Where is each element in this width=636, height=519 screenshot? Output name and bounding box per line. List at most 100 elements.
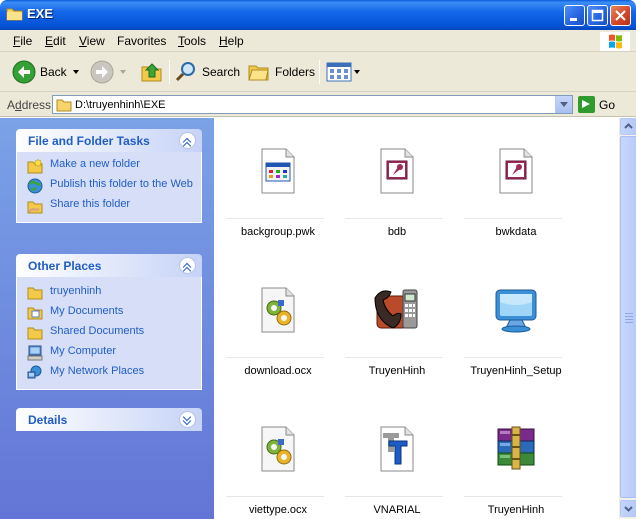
details-panel: Details — [16, 408, 202, 431]
phone-fax-icon — [374, 289, 418, 329]
task-share-folder[interactable]: Share this folder — [27, 198, 201, 214]
close-icon — [615, 10, 626, 21]
place-my-computer[interactable]: My Computer — [27, 345, 201, 361]
back-label: Back — [40, 65, 67, 79]
window-title: EXE — [27, 6, 54, 21]
forward-dropdown-icon[interactable] — [120, 70, 126, 74]
activex-component-icon — [261, 287, 295, 333]
folder-icon — [6, 8, 23, 21]
back-button[interactable]: Back — [12, 58, 79, 86]
place-truyenhinh[interactable]: truyenhinh — [27, 285, 201, 301]
close-button[interactable] — [610, 5, 631, 26]
file-item[interactable]: bwkdata — [464, 123, 564, 243]
panel-header[interactable]: Details — [16, 408, 202, 431]
task-publish-web[interactable]: Publish this folder to the Web — [27, 178, 201, 194]
network-places-icon — [27, 365, 42, 379]
folder-icon — [27, 287, 43, 300]
menu-tools[interactable]: Tools — [178, 34, 206, 48]
place-my-network-places[interactable]: My Network Places — [27, 365, 201, 381]
file-name: bdb — [387, 226, 407, 238]
task-pane: File and Folder Tasks Make a new folder … — [0, 118, 214, 519]
file-item[interactable]: bdb — [345, 123, 445, 243]
menu-bar: File Edit View Favorites Tools Help — [0, 30, 636, 52]
share-folder-icon — [27, 201, 43, 214]
folders-icon — [248, 65, 269, 81]
place-shared-documents[interactable]: Shared Documents — [27, 325, 201, 341]
access-database-icon — [499, 148, 533, 194]
file-item[interactable]: TruyenHinh — [464, 401, 564, 519]
other-places-panel: Other Places truyenhinh My Documents Sha… — [16, 254, 202, 390]
title-bar[interactable]: EXE — [0, 0, 636, 30]
access-database-icon — [380, 148, 414, 194]
search-label: Search — [202, 65, 241, 79]
search-button[interactable]: Search — [174, 58, 240, 86]
go-label: Go — [599, 97, 616, 112]
monitor-setup-icon — [495, 289, 537, 333]
scroll-thumb[interactable] — [620, 136, 636, 498]
menu-help[interactable]: Help — [219, 34, 244, 48]
file-item[interactable]: VNARIAL — [345, 401, 445, 519]
file-name: viettype.ocx — [248, 504, 308, 516]
truetype-font-icon — [380, 426, 414, 472]
chevron-down-icon — [624, 506, 633, 512]
panel-title: Details — [28, 413, 68, 427]
file-name: backgroup.pwk — [241, 226, 315, 238]
file-name: download.ocx — [244, 365, 312, 377]
app-window-file-icon — [261, 148, 295, 194]
minimize-icon — [570, 18, 577, 21]
file-folder-tasks-panel: File and Folder Tasks Make a new folder … — [16, 129, 202, 223]
collapse-chevron-icon[interactable] — [179, 132, 196, 151]
winrar-archive-icon — [497, 426, 535, 470]
vertical-scrollbar[interactable] — [619, 118, 636, 519]
file-list-view[interactable]: backgroup.pwk bdb bwkdata download.ocx T… — [214, 118, 619, 519]
my-computer-icon — [27, 345, 43, 361]
windows-logo-icon — [600, 32, 630, 51]
address-bar: Address Go — [0, 92, 636, 117]
place-my-documents[interactable]: My Documents — [27, 305, 201, 321]
forward-button[interactable] — [90, 58, 126, 86]
scroll-up-button[interactable] — [620, 118, 636, 135]
search-icon — [175, 62, 195, 82]
back-dropdown-icon[interactable] — [72, 70, 79, 74]
my-documents-icon — [27, 307, 43, 320]
file-item[interactable]: TruyenHinh — [345, 262, 445, 382]
maximize-icon — [591, 9, 604, 22]
views-button[interactable] — [326, 58, 360, 86]
address-dropdown-button[interactable] — [555, 96, 572, 113]
shared-documents-icon — [27, 327, 43, 340]
activex-component-icon — [261, 426, 295, 472]
panel-header[interactable]: File and Folder Tasks — [16, 129, 202, 152]
file-item[interactable]: TruyenHinh_Setup — [464, 262, 564, 382]
back-arrow-icon — [12, 60, 36, 84]
panel-header[interactable]: Other Places — [16, 254, 202, 277]
menu-file[interactable]: File — [13, 34, 32, 48]
folder-icon — [56, 99, 72, 112]
publish-web-icon — [27, 178, 43, 194]
menu-edit[interactable]: Edit — [45, 34, 66, 48]
file-name: TruyenHinh — [368, 365, 426, 377]
minimize-button[interactable] — [564, 5, 585, 26]
file-name: TruyenHinh_Setup — [470, 365, 562, 377]
folders-label: Folders — [275, 65, 316, 79]
file-name: TruyenHinh — [487, 504, 545, 516]
up-folder-button[interactable] — [140, 58, 164, 86]
go-button[interactable]: Go — [578, 96, 615, 113]
menu-view[interactable]: View — [79, 34, 105, 48]
collapse-chevron-icon[interactable] — [179, 257, 196, 276]
file-item[interactable]: viettype.ocx — [226, 401, 326, 519]
scroll-down-button[interactable] — [620, 500, 636, 517]
file-item[interactable]: download.ocx — [226, 262, 326, 382]
up-folder-icon — [141, 63, 162, 82]
maximize-button[interactable] — [587, 5, 608, 26]
menu-favorites[interactable]: Favorites — [117, 34, 166, 48]
file-name: VNARIAL — [373, 504, 421, 516]
file-item[interactable]: backgroup.pwk — [226, 123, 326, 243]
address-input[interactable] — [75, 97, 545, 112]
expand-chevron-icon[interactable] — [179, 411, 196, 428]
views-dropdown-icon[interactable] — [354, 70, 360, 74]
address-combobox[interactable] — [52, 95, 573, 114]
forward-arrow-icon — [90, 60, 114, 84]
task-make-new-folder[interactable]: Make a new folder — [27, 158, 201, 174]
folders-button[interactable]: Folders — [247, 58, 315, 86]
go-arrow-icon — [578, 96, 595, 113]
